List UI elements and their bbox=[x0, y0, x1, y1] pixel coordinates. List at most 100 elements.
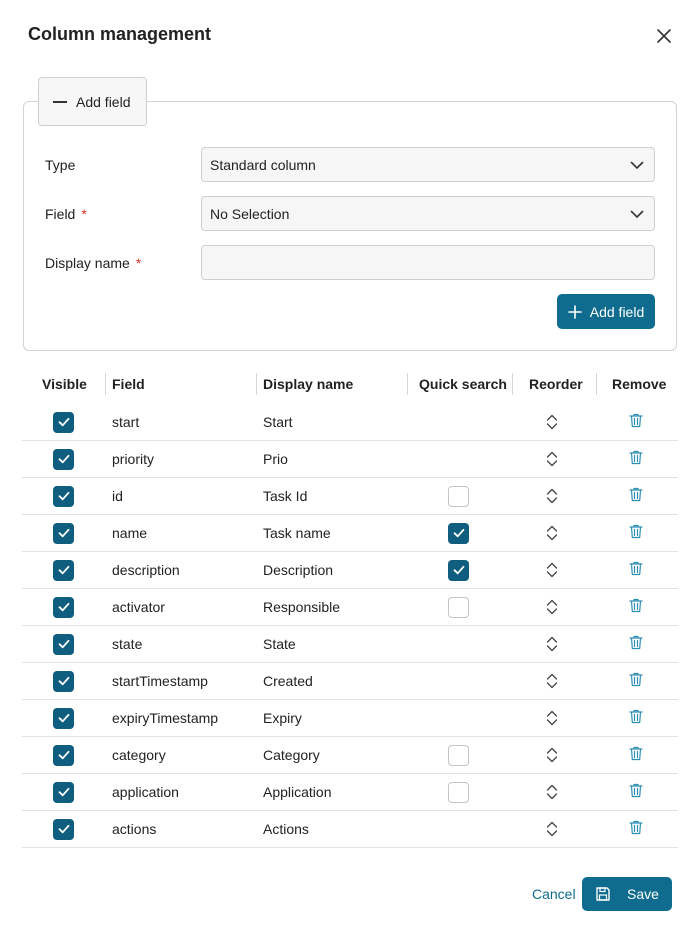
reorder-icon bbox=[546, 414, 558, 430]
display-name-field[interactable] bbox=[201, 245, 655, 280]
trash-icon bbox=[629, 783, 643, 797]
chevron-down-icon bbox=[630, 161, 644, 169]
reorder-handle[interactable] bbox=[546, 821, 558, 837]
visible-checkbox[interactable] bbox=[53, 411, 74, 433]
visible-checkbox[interactable] bbox=[53, 485, 74, 507]
checkmark-icon bbox=[58, 824, 69, 834]
visible-checkbox[interactable] bbox=[53, 744, 74, 766]
trash-icon bbox=[629, 672, 643, 686]
remove-button[interactable] bbox=[629, 783, 643, 798]
reorder-handle[interactable] bbox=[546, 414, 558, 430]
checkmark-icon bbox=[58, 454, 69, 464]
required-marker: * bbox=[135, 255, 142, 271]
reorder-handle[interactable] bbox=[546, 710, 558, 726]
table-row: category Category bbox=[22, 737, 678, 774]
field-select-value: No Selection bbox=[210, 205, 290, 222]
remove-button[interactable] bbox=[629, 487, 643, 502]
close-icon[interactable] bbox=[654, 26, 674, 46]
reorder-icon bbox=[546, 636, 558, 652]
quick-search-checkbox[interactable] bbox=[448, 522, 469, 544]
table-row: expiryTimestamp Expiry bbox=[22, 700, 678, 737]
reorder-handle[interactable] bbox=[546, 488, 558, 504]
display-name-input[interactable] bbox=[210, 246, 654, 279]
column-separator bbox=[407, 373, 408, 395]
visible-checkbox[interactable] bbox=[53, 781, 74, 803]
column-header-remove: Remove bbox=[612, 376, 667, 392]
reorder-handle[interactable] bbox=[546, 784, 558, 800]
reorder-icon bbox=[546, 710, 558, 726]
visible-checkbox[interactable] bbox=[53, 596, 74, 618]
add-field-button[interactable]: Add field bbox=[557, 294, 655, 329]
reorder-icon bbox=[546, 747, 558, 763]
reorder-handle[interactable] bbox=[546, 747, 558, 763]
checkmark-icon bbox=[58, 750, 69, 760]
column-separator bbox=[512, 373, 513, 395]
field-name: startTimestamp bbox=[112, 673, 208, 689]
reorder-handle[interactable] bbox=[546, 451, 558, 467]
visible-checkbox[interactable] bbox=[53, 633, 74, 655]
quick-search-checkbox[interactable] bbox=[448, 781, 469, 803]
display-name: Task name bbox=[263, 525, 331, 541]
visible-checkbox[interactable] bbox=[53, 707, 74, 729]
column-header-display-name: Display name bbox=[263, 376, 354, 392]
reorder-icon bbox=[546, 562, 558, 578]
field-name: name bbox=[112, 525, 148, 541]
remove-button[interactable] bbox=[629, 709, 643, 724]
checkmark-icon bbox=[58, 491, 69, 501]
table-row: startTimestamp Created bbox=[22, 663, 678, 700]
display-name: Actions bbox=[263, 821, 309, 837]
visible-checkbox[interactable] bbox=[53, 559, 74, 581]
table-row: start Start bbox=[22, 404, 678, 441]
checkmark-icon bbox=[58, 528, 69, 538]
table-row: id Task Id bbox=[22, 478, 678, 515]
visible-checkbox[interactable] bbox=[53, 818, 74, 840]
field-select[interactable]: No Selection bbox=[201, 196, 655, 231]
type-select[interactable]: Standard column bbox=[201, 147, 655, 182]
visible-checkbox[interactable] bbox=[53, 670, 74, 692]
cancel-button[interactable]: Cancel bbox=[532, 886, 576, 902]
remove-button[interactable] bbox=[629, 524, 643, 539]
remove-button[interactable] bbox=[629, 561, 643, 576]
chevron-down-icon bbox=[630, 210, 644, 218]
reorder-handle[interactable] bbox=[546, 599, 558, 615]
display-name: Category bbox=[263, 747, 320, 763]
trash-icon bbox=[629, 524, 643, 538]
quick-search-checkbox[interactable] bbox=[448, 596, 469, 618]
add-field-button-label: Add field bbox=[589, 303, 645, 320]
trash-icon bbox=[629, 746, 643, 760]
trash-icon bbox=[629, 635, 643, 649]
quick-search-checkbox[interactable] bbox=[448, 744, 469, 766]
reorder-handle[interactable] bbox=[546, 525, 558, 541]
column-separator bbox=[256, 373, 257, 395]
save-button[interactable]: Save bbox=[582, 877, 672, 911]
reorder-handle[interactable] bbox=[546, 673, 558, 689]
quick-search-checkbox[interactable] bbox=[448, 485, 469, 507]
field-name: actions bbox=[112, 821, 157, 837]
visible-checkbox[interactable] bbox=[53, 448, 74, 470]
quick-search-checkbox[interactable] bbox=[448, 559, 469, 581]
reorder-icon bbox=[546, 451, 558, 467]
remove-button[interactable] bbox=[629, 635, 643, 650]
reorder-icon bbox=[546, 525, 558, 541]
add-field-toggle[interactable]: Add field bbox=[38, 77, 147, 126]
remove-button[interactable] bbox=[629, 413, 643, 428]
display-name: State bbox=[263, 636, 296, 652]
remove-button[interactable] bbox=[629, 598, 643, 613]
visible-checkbox[interactable] bbox=[53, 522, 74, 544]
table-row: activator Responsible bbox=[22, 589, 678, 626]
floppy-disk-icon bbox=[596, 887, 610, 901]
remove-button[interactable] bbox=[629, 820, 643, 835]
reorder-handle[interactable] bbox=[546, 636, 558, 652]
trash-icon bbox=[629, 487, 643, 501]
field-label: Field * bbox=[45, 206, 87, 222]
table-row: priority Prio bbox=[22, 441, 678, 478]
reorder-handle[interactable] bbox=[546, 562, 558, 578]
field-name: application bbox=[112, 784, 179, 800]
remove-button[interactable] bbox=[629, 672, 643, 687]
save-button-label: Save bbox=[627, 886, 659, 902]
remove-button[interactable] bbox=[629, 746, 643, 761]
field-name: description bbox=[112, 562, 180, 578]
remove-button[interactable] bbox=[629, 450, 643, 465]
checkmark-icon bbox=[58, 639, 69, 649]
column-separator bbox=[105, 373, 106, 395]
